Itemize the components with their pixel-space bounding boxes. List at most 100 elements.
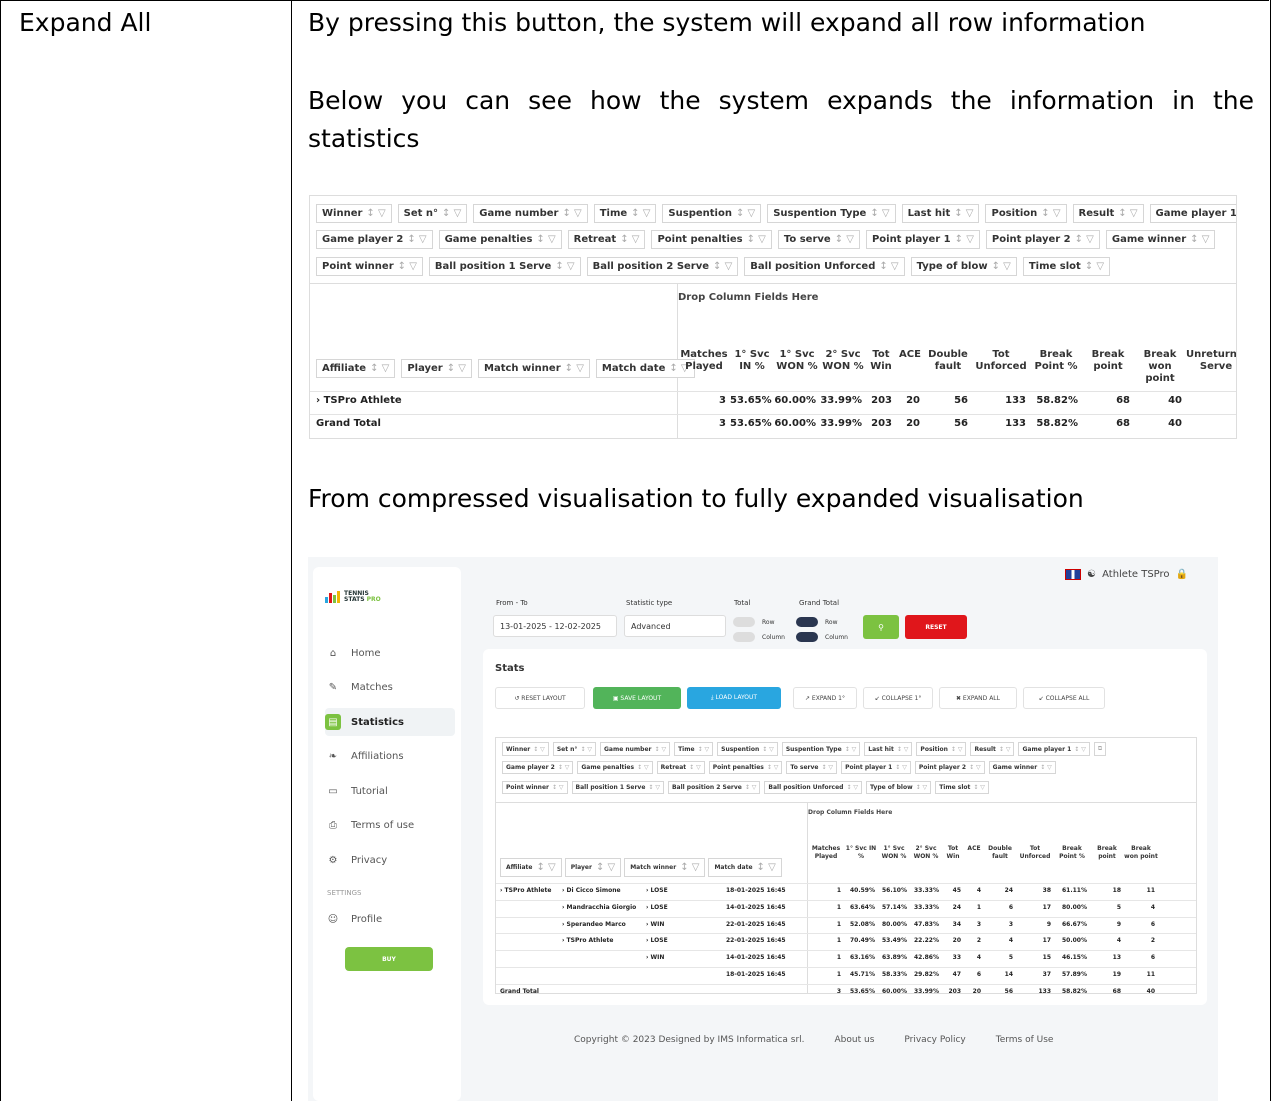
sort-filter-icon[interactable]: ↕ ▽ — [745, 784, 757, 791]
sort-filter-icon[interactable]: ↕ ▽ — [736, 208, 755, 219]
total-column-toggle[interactable] — [733, 632, 755, 642]
match-winner-cell[interactable]: › WIN — [646, 921, 664, 928]
field-chip[interactable]: Result ↕ ▽ — [970, 742, 1015, 756]
sidebar-item-profile[interactable]: ☺ Profile — [325, 905, 455, 933]
sort-filter-icon[interactable]: ↕ ▽ — [951, 746, 963, 753]
expand-all-button[interactable]: ✖ EXPAND ALL — [939, 687, 1017, 709]
sort-filter-icon[interactable]: ↕ ▽ — [870, 208, 889, 219]
field-chip[interactable]: Ball position Unforced ↕ ▽ — [744, 257, 905, 276]
field-chip[interactable]: Point player 1 ↕ ▽ — [865, 230, 980, 249]
sort-filter-icon[interactable]: ↕ ▽ — [895, 764, 907, 771]
player-cell[interactable]: › Mandracchia Giorgio — [562, 904, 636, 911]
total-row-toggle[interactable] — [733, 617, 755, 627]
field-chip[interactable]: Ball position 2 Serve ↕ ▽ — [667, 781, 761, 794]
player-cell[interactable]: › Di Cicco Simone — [562, 887, 621, 894]
field-chip[interactable]: Game penalties ↕ ▽ — [438, 230, 562, 249]
field-chip[interactable]: Match date ↕ ▽ — [708, 858, 782, 877]
field-chip[interactable]: Affiliate ↕ ▽ — [316, 359, 396, 378]
field-chip[interactable]: Affiliate ↕ ▽ — [500, 858, 562, 877]
sort-filter-icon[interactable]: ↕ ▽ — [1041, 208, 1060, 219]
field-chip[interactable]: Last hit ↕ ▽ — [864, 742, 913, 756]
sort-filter-icon[interactable]: ↕ ▽ — [680, 862, 699, 873]
sort-filter-icon[interactable]: ↕ ▽ — [596, 862, 615, 873]
field-chip[interactable]: Game winner ↕ ▽ — [988, 761, 1056, 774]
sort-filter-icon[interactable]: ↕ ▽ — [1075, 234, 1094, 245]
field-chip[interactable]: Match winner ↕ ▽ — [624, 858, 706, 877]
sort-filter-icon[interactable]: ↕ ▽ — [713, 261, 732, 272]
field-chip[interactable]: Point winner ↕ ▽ — [316, 257, 423, 276]
field-chip[interactable]: Time ↕ ▽ — [674, 742, 714, 756]
field-chip[interactable]: Suspention Type ↕ ▽ — [781, 742, 861, 756]
sort-filter-icon[interactable]: ↕ ▽ — [637, 764, 649, 771]
player-cell[interactable]: › Sperandeo Marco — [562, 921, 626, 928]
field-chip[interactable]: Point penalties ↕ ▽ — [651, 230, 772, 249]
collapse-1-button[interactable]: ↙ COLLAPSE 1° — [863, 687, 933, 709]
load-layout-button[interactable]: ⤓ LOAD LAYOUT — [687, 687, 781, 709]
field-chip[interactable]: Ball position 2 Serve ↕ ▽ — [586, 257, 739, 276]
field-chip[interactable]: Position ↕ ▽ — [916, 742, 967, 756]
sort-filter-icon[interactable]: ↕ ▽ — [879, 261, 898, 272]
field-chip[interactable]: Set n° ↕ ▽ — [397, 204, 468, 223]
sidebar-item-terms-of-use[interactable]: ⎙ Terms of use — [325, 812, 455, 840]
sort-filter-icon[interactable]: ↕ ▽ — [992, 261, 1011, 272]
collapse-all-button[interactable]: ↙ COLLAPSE ALL — [1023, 687, 1105, 709]
sort-filter-icon[interactable]: ↕ ▽ — [580, 746, 592, 753]
field-chip[interactable]: Point penalties ↕ ▽ — [708, 761, 783, 774]
sort-filter-icon[interactable]: ↕ ▽ — [845, 746, 857, 753]
sidebar-item-affiliations[interactable]: ❧ Affiliations — [325, 743, 455, 771]
grand-total-row-toggle[interactable] — [796, 617, 818, 627]
sort-filter-icon[interactable]: ↕ ▽ — [558, 764, 570, 771]
field-chip[interactable]: Player ↕ ▽ — [401, 359, 472, 378]
sort-filter-icon[interactable]: ↕ ▽ — [366, 208, 385, 219]
sidebar-item-matches[interactable]: ✎ Matches — [325, 674, 455, 702]
sort-filter-icon[interactable]: ↕ ▽ — [835, 234, 854, 245]
sort-filter-icon[interactable]: ↕ ▽ — [689, 764, 701, 771]
sort-filter-icon[interactable]: ↕ ▽ — [370, 363, 389, 374]
field-chip[interactable]: Position ↕ ▽ — [985, 204, 1067, 223]
search-button[interactable]: ⚲ — [863, 615, 899, 639]
sidebar-item-privacy[interactable]: ⚙ Privacy — [325, 846, 455, 874]
sort-filter-icon[interactable]: ↕ ▽ — [1085, 261, 1104, 272]
field-chip[interactable]: Type of blow ↕ ▽ — [866, 781, 932, 794]
field-chip[interactable]: Player ↕ ▽ — [564, 858, 622, 877]
field-chip[interactable]: Point player 1 ↕ ▽ — [841, 761, 911, 774]
sort-filter-icon[interactable]: ↕ ▽ — [1118, 208, 1137, 219]
sort-filter-icon[interactable]: ↕ ▽ — [565, 363, 584, 374]
sort-filter-icon[interactable]: ↕ ▽ — [897, 746, 909, 753]
field-chip[interactable]: Game player 1↕ ▽ — [1018, 742, 1090, 756]
sort-filter-icon[interactable]: ↕ ▽ — [698, 746, 710, 753]
sidebar-item-home[interactable]: ⌂ Home — [325, 639, 455, 667]
sort-filter-icon[interactable]: ↕ ▽ — [447, 363, 466, 374]
uk-flag-icon[interactable] — [1065, 569, 1082, 580]
sort-filter-icon[interactable]: ↕ ▽ — [533, 746, 545, 753]
field-chip[interactable]: Retreat ↕ ▽ — [656, 761, 705, 774]
date-range-input[interactable]: 13-01-2025 - 12-02-2025 — [493, 615, 617, 637]
footer-link[interactable]: Privacy Policy — [904, 1035, 965, 1045]
field-chip[interactable]: Game penalties ↕ ▽ — [577, 761, 653, 774]
player-cell[interactable]: › TSPro Athlete — [562, 937, 613, 944]
sidebar-item-statistics[interactable]: ▤ Statistics — [325, 708, 455, 736]
sort-filter-icon[interactable]: ↕ ▽ — [407, 234, 426, 245]
sort-filter-icon[interactable]: ↕ ▽ — [648, 784, 660, 791]
field-chip[interactable]: Time slot ↕ ▽ — [1022, 257, 1111, 276]
sort-filter-icon[interactable]: ↕ ▽ — [969, 764, 981, 771]
field-chip[interactable]: Game number ↕ ▽ — [600, 742, 671, 756]
sort-filter-icon[interactable]: ↕ ▽ — [1190, 234, 1209, 245]
footer-link[interactable]: About us — [835, 1035, 875, 1045]
field-chip[interactable]: To serve ↕ ▽ — [777, 230, 860, 249]
reset-layout-button[interactable]: ↺ RESET LAYOUT — [495, 687, 585, 709]
sort-filter-icon[interactable]: ↕ ▽ — [973, 784, 985, 791]
field-chip[interactable]: Game winner ↕ ▽ — [1105, 230, 1216, 249]
field-chip[interactable]: To serve ↕ ▽ — [786, 761, 838, 774]
field-chip[interactable]: Game player 2 ↕ ▽ — [502, 761, 574, 774]
field-chip[interactable]: Match winner ↕ ▽ — [478, 359, 590, 378]
buy-button[interactable]: BUY — [345, 947, 433, 971]
match-winner-cell[interactable]: › WIN — [646, 954, 664, 961]
field-chip[interactable]: Winner ↕ ▽ — [502, 742, 549, 756]
sort-filter-icon[interactable]: ↕ ▽ — [762, 746, 774, 753]
sort-filter-icon[interactable]: ↕ ▽ — [442, 208, 461, 219]
sort-filter-icon[interactable]: ↕ ▽ — [846, 784, 858, 791]
sort-filter-icon[interactable]: ↕ ▽ — [1040, 764, 1052, 771]
sort-filter-icon[interactable]: ↕ ▽ — [536, 862, 555, 873]
field-chip[interactable]: Point player 2 ↕ ▽ — [985, 230, 1100, 249]
